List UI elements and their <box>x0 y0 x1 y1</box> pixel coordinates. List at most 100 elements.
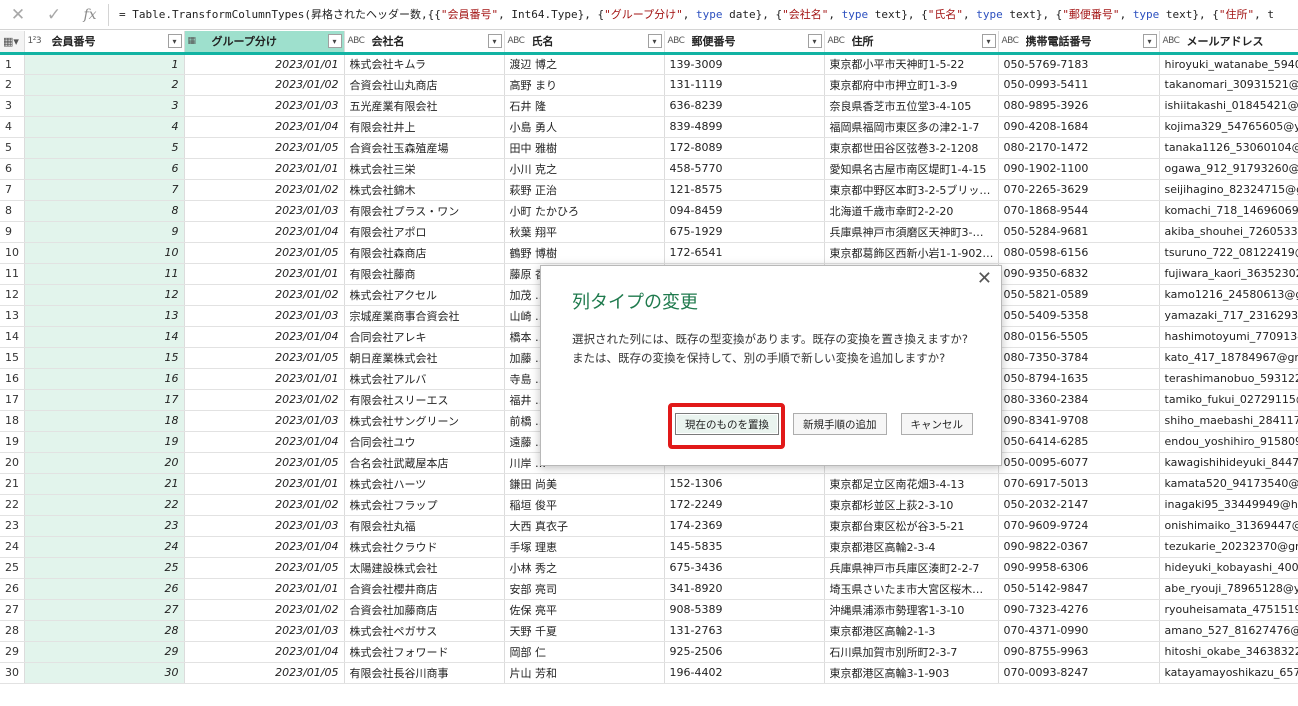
column-header-7[interactable]: ABC 携帯電話番号 ▾ <box>998 31 1160 55</box>
column-header-8[interactable]: ABCメールアドレス▾ <box>1159 31 1298 55</box>
table-cell[interactable]: 050-5821-0589 <box>998 284 1160 306</box>
date-type-icon[interactable]: ▦ <box>188 36 208 46</box>
confirm-formula-button[interactable]: ✓ <box>36 0 72 30</box>
table-cell[interactable]: 5 <box>24 137 185 159</box>
table-cell[interactable]: 174-2369 <box>664 515 825 537</box>
table-cell[interactable]: 19 <box>24 431 185 453</box>
table-cell[interactable]: 岡部 仁 <box>504 641 665 663</box>
table-cell[interactable]: 高野 まり <box>504 74 665 96</box>
table-cell[interactable]: hitoshi_okabe_34638322@ <box>1159 641 1298 663</box>
table-cell[interactable]: 8 <box>24 200 185 222</box>
table-cell[interactable]: 080-3360-2384 <box>998 389 1160 411</box>
table-cell[interactable]: 2023/01/01 <box>184 158 345 180</box>
column-header-3[interactable]: ABC 会社名 ▾ <box>344 31 505 55</box>
table-cell[interactable]: 070-1868-9544 <box>998 200 1160 222</box>
add-new-step-button[interactable]: 新規手順の追加 <box>793 413 887 435</box>
table-cell[interactable]: 131-1119 <box>664 74 825 96</box>
table-cell[interactable]: 福岡県福岡市東区多の津2-1-7 <box>824 116 999 138</box>
table-cell[interactable]: kamata520_94173540@yah <box>1159 473 1298 495</box>
table-cell[interactable]: 2023/01/01 <box>184 263 345 285</box>
table-cell[interactable]: 株式会社キムラ <box>344 53 505 75</box>
table-cell[interactable]: 070-0093-8247 <box>998 662 1160 684</box>
table-cell[interactable]: ogawa_912_91793260@yah <box>1159 158 1298 180</box>
table-cell[interactable]: 30 <box>24 662 185 684</box>
table-cell[interactable]: 渡辺 博之 <box>504 53 665 75</box>
table-cell[interactable]: 050-8794-1635 <box>998 368 1160 390</box>
table-cell[interactable]: 奈良県香芝市五位堂3-4-105 <box>824 95 999 117</box>
table-cell[interactable]: 有限会社アポロ <box>344 221 505 243</box>
table-cell[interactable]: 9 <box>24 221 185 243</box>
table-cell[interactable]: shiho_maebashi_28411769 <box>1159 410 1298 432</box>
table-cell[interactable]: 東京都世田谷区弦巻3-2-1208 <box>824 137 999 159</box>
table-cell[interactable]: onishimaiko_31369447@ya <box>1159 515 1298 537</box>
table-cell[interactable]: 2023/01/01 <box>184 473 345 495</box>
table-cell[interactable]: 050-5284-9681 <box>998 221 1160 243</box>
table-cell[interactable]: 有限会社森商店 <box>344 242 505 264</box>
filter-dropdown-icon[interactable]: ▾ <box>327 34 342 49</box>
table-cell[interactable]: 7 <box>24 179 185 201</box>
table-cell[interactable]: 佐保 亮平 <box>504 599 665 621</box>
table-cell[interactable]: 2023/01/02 <box>184 599 345 621</box>
table-cell[interactable]: 東京都港区高輪3-1-903 <box>824 662 999 684</box>
table-cell[interactable]: kojima329_54765605@yah <box>1159 116 1298 138</box>
table-cell[interactable]: 東京都杉並区上荻2-3-10 <box>824 494 999 516</box>
table-cell[interactable]: 070-2265-3629 <box>998 179 1160 201</box>
table-cell[interactable]: 636-8239 <box>664 95 825 117</box>
table-cell[interactable]: 1 <box>24 53 185 75</box>
table-cell[interactable]: 2023/01/05 <box>184 557 345 579</box>
table-cell[interactable]: endou_yoshihiro_91580924 <box>1159 431 1298 453</box>
table-cell[interactable]: 139-3009 <box>664 53 825 75</box>
table-cell[interactable]: 839-4899 <box>664 116 825 138</box>
fx-button[interactable]: fx <box>72 0 108 30</box>
table-cell[interactable]: 2023/01/05 <box>184 242 345 264</box>
table-cell[interactable]: 050-5142-9847 <box>998 578 1160 600</box>
table-cell[interactable]: 北海道千歳市幸町2-2-20 <box>824 200 999 222</box>
table-cell[interactable]: 2023/01/03 <box>184 620 345 642</box>
table-cell[interactable]: 090-7323-4276 <box>998 599 1160 621</box>
cancel-formula-button[interactable]: ✕ <box>0 0 36 30</box>
table-cell[interactable]: 121-8575 <box>664 179 825 201</box>
table-cell[interactable]: 兵庫県神戸市須磨区天神町3-… <box>824 221 999 243</box>
table-cell[interactable]: 2023/01/02 <box>184 179 345 201</box>
table-cell[interactable]: 11 <box>24 263 185 285</box>
table-cell[interactable]: 050-0993-5411 <box>998 74 1160 96</box>
table-cell[interactable]: terashimanobuo_59312282 <box>1159 368 1298 390</box>
table-cell[interactable]: 2023/01/03 <box>184 515 345 537</box>
table-cell[interactable]: 2023/01/05 <box>184 347 345 369</box>
table-cell[interactable]: 大西 真衣子 <box>504 515 665 537</box>
table-cell[interactable]: 株式会社ハーツ <box>344 473 505 495</box>
table-cell[interactable]: 094-8459 <box>664 200 825 222</box>
table-cell[interactable]: 3 <box>24 95 185 117</box>
table-cell[interactable]: 有限会社藤商 <box>344 263 505 285</box>
table-cell[interactable]: 合資会社櫻井商店 <box>344 578 505 600</box>
table-cell[interactable]: yamazaki_717_23162931@ <box>1159 305 1298 327</box>
column-header-4[interactable]: ABC 氏名 ▾ <box>504 31 665 55</box>
table-cell[interactable]: 2023/01/04 <box>184 116 345 138</box>
table-cell[interactable]: 2023/01/02 <box>184 284 345 306</box>
table-cell[interactable]: 2023/01/01 <box>184 368 345 390</box>
table-cell[interactable]: 4 <box>24 116 185 138</box>
table-cell[interactable]: 東京都港区高輪2-3-4 <box>824 536 999 558</box>
table-cell[interactable]: tsuruno_722_08122419@g <box>1159 242 1298 264</box>
table-cell[interactable]: 2023/01/03 <box>184 200 345 222</box>
table-cell[interactable]: 050-6414-6285 <box>998 431 1160 453</box>
table-cell[interactable]: 21 <box>24 473 185 495</box>
table-cell[interactable]: 2023/01/03 <box>184 95 345 117</box>
table-cell[interactable]: 27 <box>24 599 185 621</box>
table-cell[interactable]: 株式会社ペガサス <box>344 620 505 642</box>
table-cell[interactable]: 有限会社丸福 <box>344 515 505 537</box>
table-cell[interactable]: 東京都府中市押立町1-3-9 <box>824 74 999 96</box>
replace-current-button[interactable]: 現在のものを置換 <box>675 413 779 435</box>
table-cell[interactable]: ryouheisamata_47515191@ <box>1159 599 1298 621</box>
dialog-close-button[interactable]: ✕ <box>977 269 992 289</box>
table-cell[interactable]: 675-3436 <box>664 557 825 579</box>
table-menu-button[interactable]: ▦▾ <box>0 31 25 55</box>
table-cell[interactable]: 070-6917-5013 <box>998 473 1160 495</box>
table-cell[interactable]: 172-8089 <box>664 137 825 159</box>
table-cell[interactable]: komachi_718_14696069@y <box>1159 200 1298 222</box>
table-cell[interactable]: 株式会社クラウド <box>344 536 505 558</box>
table-cell[interactable]: 080-2170-1472 <box>998 137 1160 159</box>
text-type-icon[interactable]: ABC <box>348 36 368 46</box>
table-cell[interactable]: 有限会社井上 <box>344 116 505 138</box>
table-cell[interactable]: ishiitakashi_01845421@yah <box>1159 95 1298 117</box>
